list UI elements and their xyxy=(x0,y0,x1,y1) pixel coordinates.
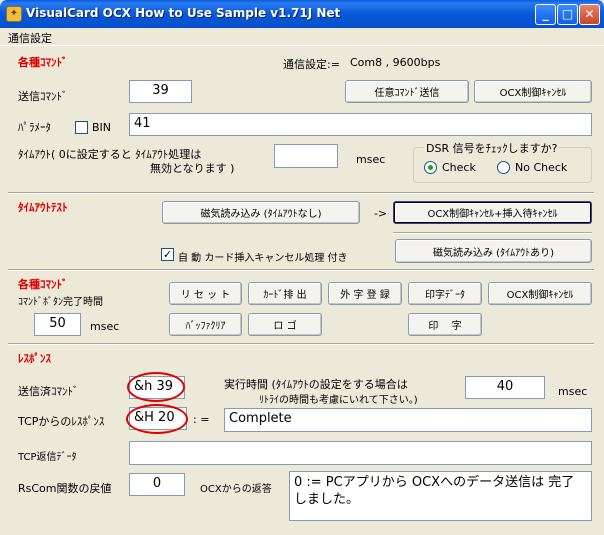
ocx-cancel-button[interactable]: OCX制御ｷｬﾝｾﾙ xyxy=(474,80,592,103)
auto-cancel-checkbox[interactable]: ✓ xyxy=(161,248,174,261)
menu-bar: 通信設定 xyxy=(0,28,604,46)
app-icon: ✦ xyxy=(6,6,22,22)
dsr-group-title: DSR 信号をﾁｪｯｸしますか? xyxy=(424,140,560,156)
print-data-button[interactable]: 印字ﾃﾞｰﾀ xyxy=(408,282,482,305)
mag-read-timeout-button[interactable]: 磁気読み込み (ﾀｲﾑｱｳﾄあり) xyxy=(395,239,592,263)
exec-time-label-line1: 実行時間 (ﾀｲﾑｱｳﾄの設定をする場合は xyxy=(224,378,408,391)
timeout-msec-label: msec xyxy=(356,153,386,166)
tcp-response-text-input[interactable]: Complete xyxy=(224,408,592,432)
exec-time-label-line2: ﾘﾄﾗｲの時間も考慮にいれて下さい。) xyxy=(259,395,418,406)
comm-settings-label: 通信設定:= xyxy=(283,58,340,71)
bin-label: BIN xyxy=(92,121,112,134)
complete-time-label: ｺﾏﾝﾄﾞﾎﾞﾀﾝ完了時間 xyxy=(18,297,103,308)
send-command-input[interactable]: 39 xyxy=(129,80,192,103)
ocx-return-label: OCXからの返答 xyxy=(200,484,272,495)
tcp-return-input[interactable] xyxy=(129,441,592,465)
window-title: VisualCard OCX How to Use Sample v1.71J … xyxy=(26,6,341,20)
exec-time-msec-label: msec xyxy=(558,385,588,398)
print-button[interactable]: 印 字 xyxy=(408,313,482,336)
reset-button[interactable]: リ セ ッ ト xyxy=(169,282,242,305)
maximize-icon[interactable]: □ xyxy=(557,4,578,25)
parameter-label: ﾊﾟﾗﾒｰﾀ xyxy=(18,121,51,134)
complete-time-input[interactable]: 50 xyxy=(34,313,81,336)
separator xyxy=(393,232,592,234)
parameter-input[interactable]: 41 xyxy=(129,113,592,136)
rscom-return-label: RsCom関数の戻値 xyxy=(18,482,112,495)
dsr-nocheck-label: No Check xyxy=(515,161,568,174)
mag-read-no-timeout-button[interactable]: 磁気読み込み (ﾀｲﾑｱｳﾄなし) xyxy=(162,201,360,224)
timeout-test-section-title: ﾀｲﾑｱｳﾄﾃｽﾄ xyxy=(18,201,68,214)
commands-section-title: 各種ｺﾏﾝﾄﾞ xyxy=(18,56,68,69)
highlight-oval xyxy=(126,404,188,434)
timeout-input[interactable] xyxy=(274,144,338,168)
title-bar[interactable]: ✦ VisualCard OCX How to Use Sample v1.71… xyxy=(0,0,604,28)
external-char-button[interactable]: 外 字 登 録 xyxy=(328,282,402,305)
arrow-label: -> xyxy=(374,207,388,220)
bin-checkbox[interactable] xyxy=(75,121,88,134)
tcp-response-label: TCPからのﾚｽﾎﾟﾝｽ xyxy=(18,415,105,428)
highlight-oval xyxy=(127,372,185,402)
card-eject-button[interactable]: ｶｰﾄﾞ排 出 xyxy=(248,282,322,305)
comm-settings-value: Com8 , 9600bps xyxy=(350,56,441,69)
complete-time-msec-label: msec xyxy=(90,320,120,333)
logo-button[interactable]: ロ ゴ xyxy=(248,313,322,336)
separator xyxy=(8,343,594,345)
separator xyxy=(8,192,594,194)
ocx-return-textarea[interactable]: 0 := PCアプリから OCXへのデータ送信は 完了しました。 xyxy=(289,471,592,521)
tcp-return-label: TCP返信ﾃﾞｰﾀ xyxy=(18,452,77,463)
send-any-command-button[interactable]: 任意ｺﾏﾝﾄﾞ送信 xyxy=(345,80,469,103)
separator xyxy=(8,269,594,271)
sent-command-label: 送信済ｺﾏﾝﾄﾞ xyxy=(18,385,79,398)
assign-label: : = xyxy=(193,413,210,426)
send-command-label: 送信ｺﾏﾝﾄﾞ xyxy=(18,90,68,103)
dsr-nocheck-radio[interactable] xyxy=(497,161,510,174)
dsr-check-radio[interactable] xyxy=(424,161,437,174)
menu-comm-settings[interactable]: 通信設定 xyxy=(8,30,52,46)
buffer-clear-button[interactable]: ﾊﾞｯﾌｧｸﾘｱ xyxy=(169,313,242,336)
ocx-cancel-insert-wait-button[interactable]: OCX制御ｷｬﾝｾﾙ+挿入待ｷｬﾝｾﾙ xyxy=(393,201,592,224)
rscom-return-input[interactable]: 0 xyxy=(129,473,185,496)
dsr-check-label: Check xyxy=(442,161,476,174)
ocx-cancel-button-2[interactable]: OCX制御ｷｬﾝｾﾙ xyxy=(488,282,592,305)
response-section-title: ﾚｽﾎﾟﾝｽ xyxy=(18,352,51,365)
exec-time-input[interactable]: 40 xyxy=(465,376,545,399)
auto-cancel-label: 自 動 カード挿入キャンセル処理 付き xyxy=(178,253,348,264)
app-window: ✦ VisualCard OCX How to Use Sample v1.71… xyxy=(0,0,604,535)
close-icon[interactable]: ✕ xyxy=(579,4,600,25)
minimize-icon[interactable]: _ xyxy=(535,4,556,25)
timeout-label-line2: 無効となります ) xyxy=(150,162,235,175)
commands2-section-title: 各種ｺﾏﾝﾄﾞ xyxy=(18,278,68,291)
